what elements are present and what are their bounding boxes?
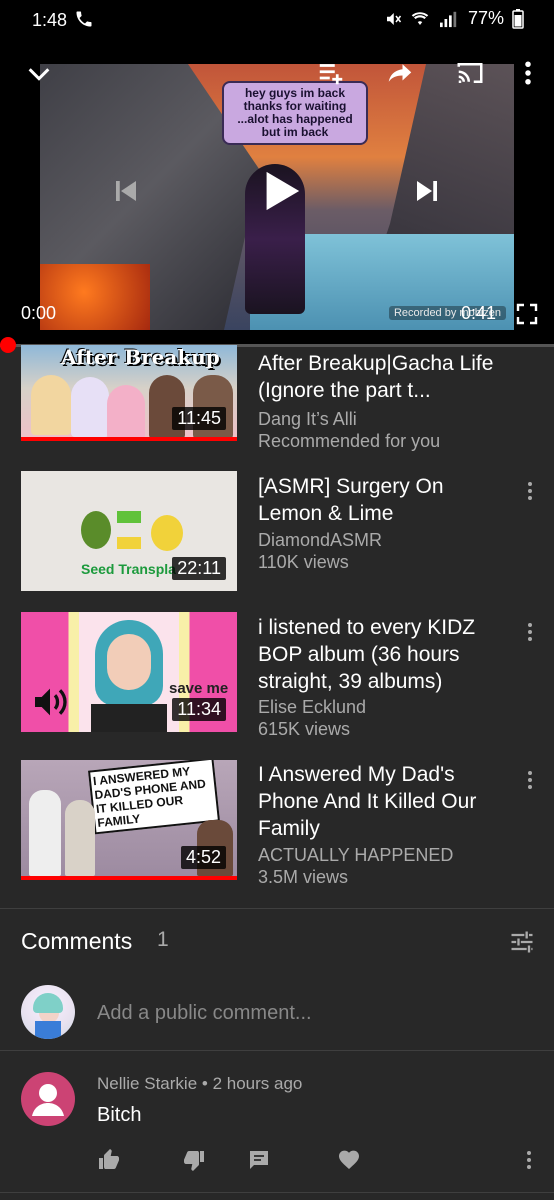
video-duration: 4:52 xyxy=(180,846,226,869)
status-bar: 1:48 77% xyxy=(0,0,554,40)
chevron-down-icon[interactable] xyxy=(25,60,53,88)
avatar-shirt xyxy=(35,1021,61,1039)
divider xyxy=(0,1192,554,1193)
thumbnail-lime xyxy=(81,511,111,549)
divider xyxy=(0,908,554,909)
more-options-icon[interactable] xyxy=(520,620,540,644)
video-duration: 11:45 xyxy=(172,407,226,430)
progress-scrubber[interactable] xyxy=(0,337,16,353)
thumbnail-figure xyxy=(65,800,95,876)
cast-icon[interactable] xyxy=(454,58,486,88)
time-current: 0:00 xyxy=(21,303,57,323)
thumbnail-figure xyxy=(31,375,71,435)
like-icon[interactable] xyxy=(97,1148,121,1172)
default-avatar-icon xyxy=(32,1084,64,1116)
video-title[interactable]: i listened to every KIDZ BOP album (36 h… xyxy=(258,614,503,695)
play-icon[interactable] xyxy=(257,167,303,215)
video-thumbnail[interactable]: I ANSWERED MY DAD'S PHONE AND IT KILLED … xyxy=(21,760,237,880)
signal-icon xyxy=(439,11,457,27)
video-meta: Recommended for you xyxy=(258,431,441,451)
thumbnail-figure xyxy=(29,790,61,876)
share-icon[interactable] xyxy=(385,58,415,88)
thumbnail-lemon xyxy=(151,515,183,551)
comment-time: 2 hours ago xyxy=(212,1074,303,1093)
wifi-icon xyxy=(411,11,429,25)
add-comment-input[interactable]: Add a public comment... xyxy=(97,1002,312,1025)
divider xyxy=(0,1050,554,1051)
status-time: 1:48 xyxy=(32,10,68,30)
thumbnail-arrow xyxy=(117,511,141,523)
separator-dot: • xyxy=(201,1074,213,1093)
video-meta: 615K views xyxy=(258,719,351,739)
mute-icon xyxy=(386,12,402,25)
sort-filter-icon[interactable] xyxy=(508,928,536,956)
battery-icon xyxy=(512,8,524,29)
video-duration: 22:11 xyxy=(172,557,226,580)
watched-progress xyxy=(21,876,237,880)
reply-icon[interactable] xyxy=(247,1148,271,1172)
video-channel: DiamondASMR xyxy=(258,530,383,550)
time-total: 0:41 xyxy=(461,303,497,323)
avatar[interactable] xyxy=(21,985,75,1039)
video-thumbnail[interactable]: After Breakup 11:45 xyxy=(21,345,237,441)
video-title[interactable]: After Breakup|Gacha Life (Ignore the par… xyxy=(258,350,503,408)
video-channel: Dang It’s Alli xyxy=(258,409,357,429)
video-channel: Elise Ecklund xyxy=(258,697,367,717)
thumbnail-text: Seed Transpla xyxy=(81,561,176,577)
thumbnail-figure xyxy=(107,385,145,439)
fullscreen-icon[interactable] xyxy=(515,302,539,326)
thumbnail-text: save me xyxy=(169,680,229,697)
video-title[interactable]: I Answered My Dad's Phone And It Killed … xyxy=(258,761,503,842)
add-to-playlist-icon[interactable] xyxy=(316,58,346,88)
video-meta: 110K views xyxy=(258,552,349,572)
watched-progress xyxy=(21,437,237,441)
thumbnail-face xyxy=(107,634,151,690)
scene-lava-left xyxy=(40,264,150,330)
thumbnail-hoodie xyxy=(91,704,167,732)
more-options-icon[interactable] xyxy=(520,768,540,792)
avatar-hair xyxy=(33,993,63,1013)
comments-count: 1 xyxy=(157,928,169,951)
video-channel: ACTUALLY HAPPENED xyxy=(258,845,454,865)
more-options-icon[interactable] xyxy=(520,479,540,503)
comment-text: Bitch xyxy=(97,1104,142,1126)
thumbnail-arrow xyxy=(117,537,141,549)
next-icon[interactable] xyxy=(412,176,442,206)
thumbnail-text: After Breakup xyxy=(61,345,220,369)
thumbnail-figure xyxy=(71,377,109,437)
video-duration: 11:34 xyxy=(172,698,226,721)
comment-author-line: Nellie Starkie • 2 hours ago xyxy=(97,1074,302,1094)
avatar[interactable] xyxy=(21,1072,75,1126)
comment-author[interactable]: Nellie Starkie xyxy=(97,1074,197,1093)
phone-icon xyxy=(76,11,92,27)
battery-percent: 77% xyxy=(467,8,504,28)
heart-icon[interactable] xyxy=(337,1148,361,1172)
video-thumbnail[interactable]: Seed Transpla 22:11 xyxy=(21,471,237,591)
more-options-icon[interactable] xyxy=(519,1148,539,1172)
dislike-icon[interactable] xyxy=(182,1148,206,1172)
video-thumbnail[interactable]: save me 11:34 xyxy=(21,612,237,732)
video-player[interactable]: hey guys im back thanks for waiting ...a… xyxy=(0,40,554,346)
speech-bubble: hey guys im back thanks for waiting ...a… xyxy=(222,81,368,145)
video-title[interactable]: [ASMR] Surgery On Lemon & Lime xyxy=(258,473,503,527)
previous-icon[interactable] xyxy=(111,176,141,206)
video-meta: 3.5M views xyxy=(258,867,349,887)
speaker-icon xyxy=(35,688,67,716)
more-options-icon[interactable] xyxy=(518,58,538,88)
comments-title[interactable]: Comments xyxy=(21,928,132,955)
